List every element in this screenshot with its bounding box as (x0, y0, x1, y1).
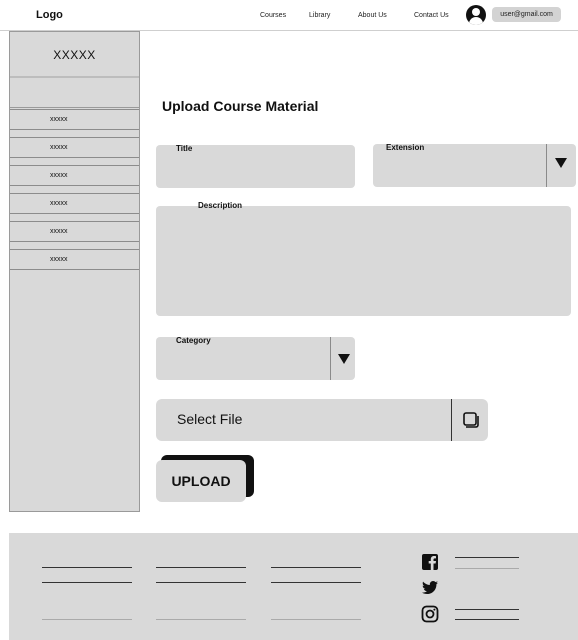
title-label: Title (176, 144, 193, 153)
category-select-divider (330, 337, 331, 380)
sidebar-item-4[interactable]: xxxxx (10, 193, 139, 214)
extension-select-divider (546, 144, 547, 187)
user-avatar-icon[interactable] (466, 5, 486, 25)
category-label: Category (176, 336, 211, 345)
upload-button[interactable]: UPLOAD (156, 460, 246, 502)
chevron-down-icon[interactable] (338, 354, 350, 364)
footer-social-link-2[interactable] (455, 568, 519, 569)
nav-link-courses[interactable]: Courses (260, 12, 286, 19)
twitter-icon[interactable] (421, 579, 439, 597)
sidebar-item-2[interactable]: xxxxx (10, 137, 139, 158)
footer-link-2[interactable] (42, 582, 132, 583)
select-file-input[interactable]: Select File (156, 399, 488, 441)
sidebar-item-1[interactable]: xxxxx (10, 109, 139, 130)
footer-link-4[interactable] (156, 567, 246, 568)
footer-social-link-1[interactable] (455, 557, 519, 558)
extension-label: Extension (386, 143, 425, 152)
footer-link-9[interactable] (271, 619, 361, 620)
sidebar-title: XXXXX (10, 32, 139, 78)
top-header: Logo Courses Library About Us Contact Us… (0, 0, 578, 31)
description-textarea[interactable] (156, 206, 571, 316)
description-label: Description (198, 201, 243, 210)
logo[interactable]: Logo (36, 9, 63, 21)
page-title: Upload Course Material (162, 98, 319, 114)
nav-link-about-us[interactable]: About Us (358, 12, 387, 19)
select-file-label: Select File (177, 411, 243, 427)
footer-link-1[interactable] (42, 567, 132, 568)
user-email-badge[interactable]: user@gmail.com (492, 7, 561, 22)
footer-link-6[interactable] (156, 619, 246, 620)
avatar-body (469, 17, 483, 25)
nav-link-contact-us[interactable]: Contact Us (414, 12, 449, 19)
sidebar-item-5[interactable]: xxxxx (10, 221, 139, 242)
nav-link-library[interactable]: Library (309, 12, 330, 19)
instagram-icon[interactable] (421, 605, 439, 623)
avatar-head (472, 8, 480, 16)
sidebar: XXXXX xxxxx xxxxx xxxxx xxxxx xxxxx xxxx… (9, 31, 140, 512)
footer-social-link-4[interactable] (455, 619, 519, 620)
sidebar-item-3[interactable]: xxxxx (10, 165, 139, 186)
copy-icon[interactable] (462, 411, 480, 429)
sidebar-spacer (10, 80, 139, 108)
facebook-icon[interactable] (421, 553, 439, 571)
chevron-down-icon[interactable] (555, 158, 567, 168)
select-file-divider (451, 399, 452, 441)
footer (9, 533, 578, 640)
footer-social-link-3[interactable] (455, 609, 519, 610)
footer-link-7[interactable] (271, 567, 361, 568)
sidebar-item-6[interactable]: xxxxx (10, 249, 139, 270)
footer-link-5[interactable] (156, 582, 246, 583)
footer-link-8[interactable] (271, 582, 361, 583)
footer-link-3[interactable] (42, 619, 132, 620)
